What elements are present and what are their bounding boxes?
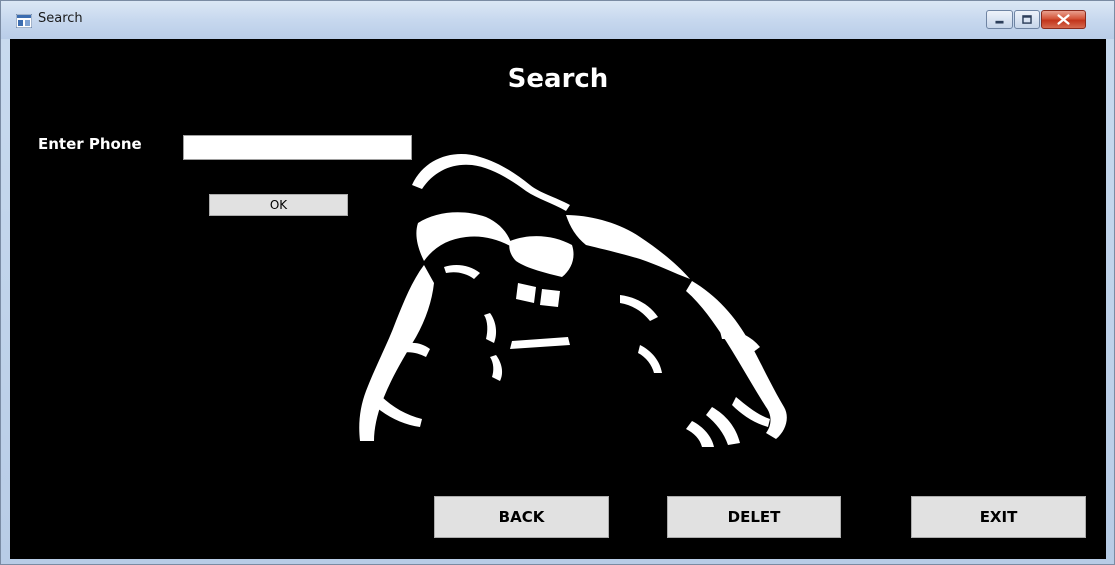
app-window: Search Search Enter Phone OK BACK DELET … [0,0,1115,565]
form-window-icon [15,13,33,29]
exit-button[interactable]: EXIT [911,496,1086,538]
page-title: Search [507,64,609,94]
window-title: Search [38,11,83,26]
minimize-icon [995,20,1004,24]
enter-phone-label: Enter Phone [38,135,142,153]
delete-button[interactable]: DELET [667,496,841,538]
close-button[interactable] [1041,10,1086,29]
maximize-icon [1022,15,1032,24]
back-button[interactable]: BACK [434,496,609,538]
ok-button[interactable]: OK [209,194,348,216]
bodybuilder-silhouette-image [359,154,787,447]
maximize-button[interactable] [1014,10,1040,29]
close-icon [1057,14,1070,25]
title-bar[interactable]: Search [1,1,1114,39]
minimize-button[interactable] [986,10,1013,29]
form-client-area: Search Enter Phone OK BACK DELET EXIT [10,39,1106,559]
